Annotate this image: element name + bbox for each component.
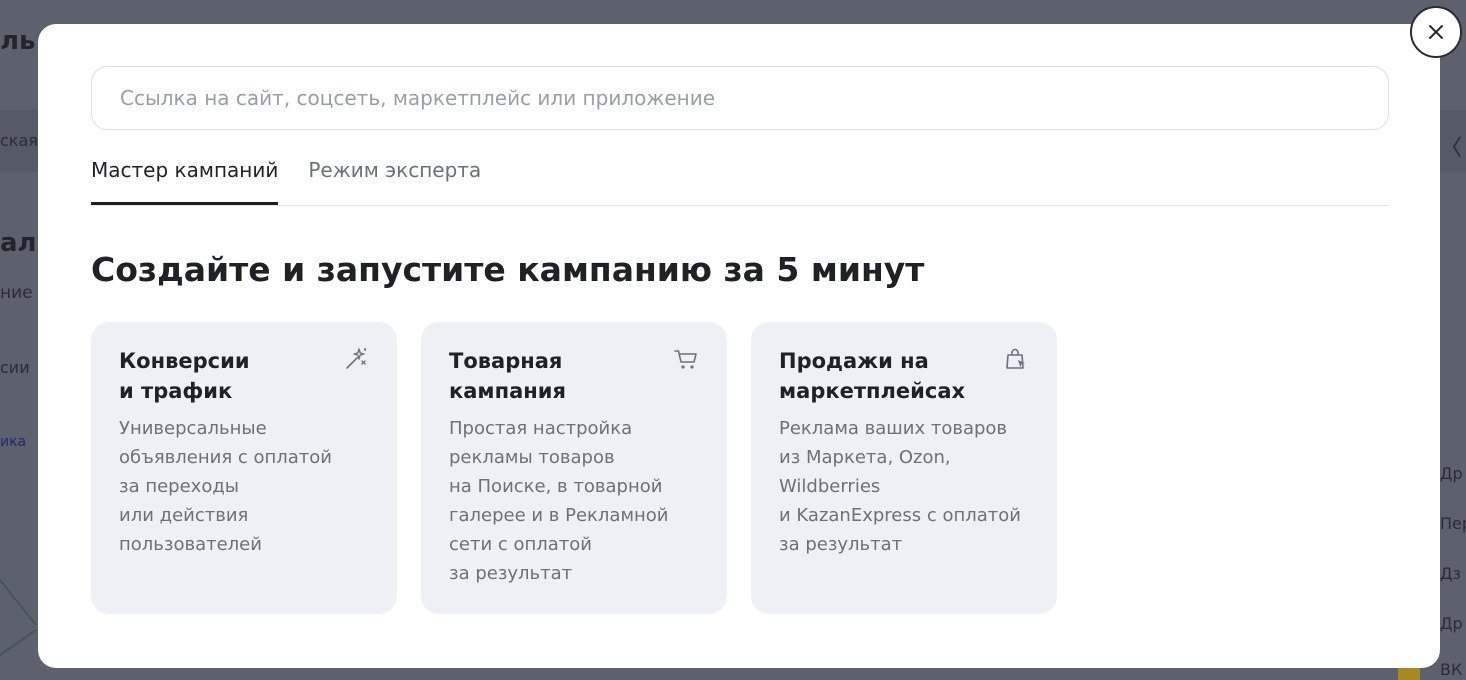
background-text: Др <box>1440 614 1463 633</box>
card-description: Реклама ваших товаров из Маркета, Ozon, … <box>779 418 1021 555</box>
background-text: ВК <box>1440 660 1463 679</box>
background-text: Др <box>1440 464 1463 483</box>
card-title: Продажи на маркетплейсах <box>779 349 966 403</box>
background-text: ал <box>0 228 37 258</box>
card-title: Товарная кампания <box>449 349 566 403</box>
create-campaign-modal: Мастер кампаний Режим эксперта Создайте … <box>38 24 1440 668</box>
background-text: 〈 <box>1440 136 1463 161</box>
card-title: Конверсии и трафик <box>119 349 250 403</box>
background-text: Дз <box>1440 564 1462 583</box>
background-link: ика <box>0 434 27 450</box>
card-description: Простая настройка рекламы товаров на Пои… <box>449 418 669 584</box>
card-conversions-traffic[interactable]: Конверсии и трафик Универсальные объявле… <box>91 322 397 614</box>
mode-tabs: Мастер кампаний Режим эксперта <box>91 158 1389 206</box>
card-product-campaign[interactable]: Товарная кампания Простая настройка рекл… <box>421 322 727 614</box>
card-description: Универсальные объявления с оплатой за пе… <box>119 418 332 555</box>
tab-campaign-master[interactable]: Мастер кампаний <box>91 158 279 205</box>
card-marketplace-sales[interactable]: Продажи на маркетплейсах Реклама ваших т… <box>751 322 1057 614</box>
site-link-input[interactable] <box>120 86 1388 110</box>
background-text: сии <box>0 358 30 377</box>
cart-icon <box>674 350 697 369</box>
background-text: ль <box>0 26 36 56</box>
page-title: Создайте и запустите кампанию за 5 минут <box>91 250 925 289</box>
close-button[interactable] <box>1410 6 1462 58</box>
background-text: Пер <box>1440 514 1466 533</box>
site-link-field[interactable] <box>91 66 1389 130</box>
shopping-bag-icon <box>1006 348 1025 369</box>
tab-expert-mode[interactable]: Режим эксперта <box>308 158 481 205</box>
background-text: ская <box>0 131 38 150</box>
close-icon <box>1429 25 1443 39</box>
background-text: ние <box>0 283 33 303</box>
magic-wand-icon <box>346 348 367 369</box>
campaign-type-cards: Конверсии и трафик Универсальные объявле… <box>91 322 1081 614</box>
